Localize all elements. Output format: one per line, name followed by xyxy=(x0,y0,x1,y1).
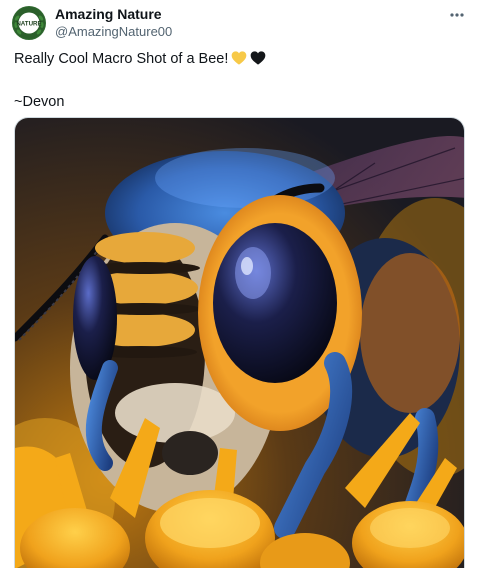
tweet-header: NATURE Amazing Nature @AmazingNature00 xyxy=(12,4,468,42)
author-handle[interactable]: @AmazingNature00 xyxy=(55,23,172,40)
tweet-text-signature: ~Devon xyxy=(14,94,65,110)
tweet-card: NATURE Amazing Nature @AmazingNature00 R… xyxy=(0,0,480,568)
yellow-heart-icon xyxy=(232,51,247,65)
tweet-media-image[interactable] xyxy=(14,117,465,568)
more-horizontal-icon xyxy=(450,13,464,17)
author-info: Amazing Nature @AmazingNature00 xyxy=(55,6,172,40)
black-heart-icon xyxy=(251,51,266,65)
tweet-text-line-1: Really Cool Macro Shot of a Bee! xyxy=(14,49,464,69)
author-display-name[interactable]: Amazing Nature xyxy=(55,6,172,23)
nature-badge-logo: NATURE xyxy=(13,7,45,39)
more-options-button[interactable] xyxy=(446,6,468,24)
author-avatar[interactable]: NATURE xyxy=(12,6,46,40)
tweet-text: Really Cool Macro Shot of a Bee! ~Devon xyxy=(14,49,464,112)
bee-macro-photo xyxy=(15,118,464,568)
avatar-logo-text: NATURE xyxy=(16,21,41,28)
tweet-text-caption: Really Cool Macro Shot of a Bee! xyxy=(14,51,229,67)
